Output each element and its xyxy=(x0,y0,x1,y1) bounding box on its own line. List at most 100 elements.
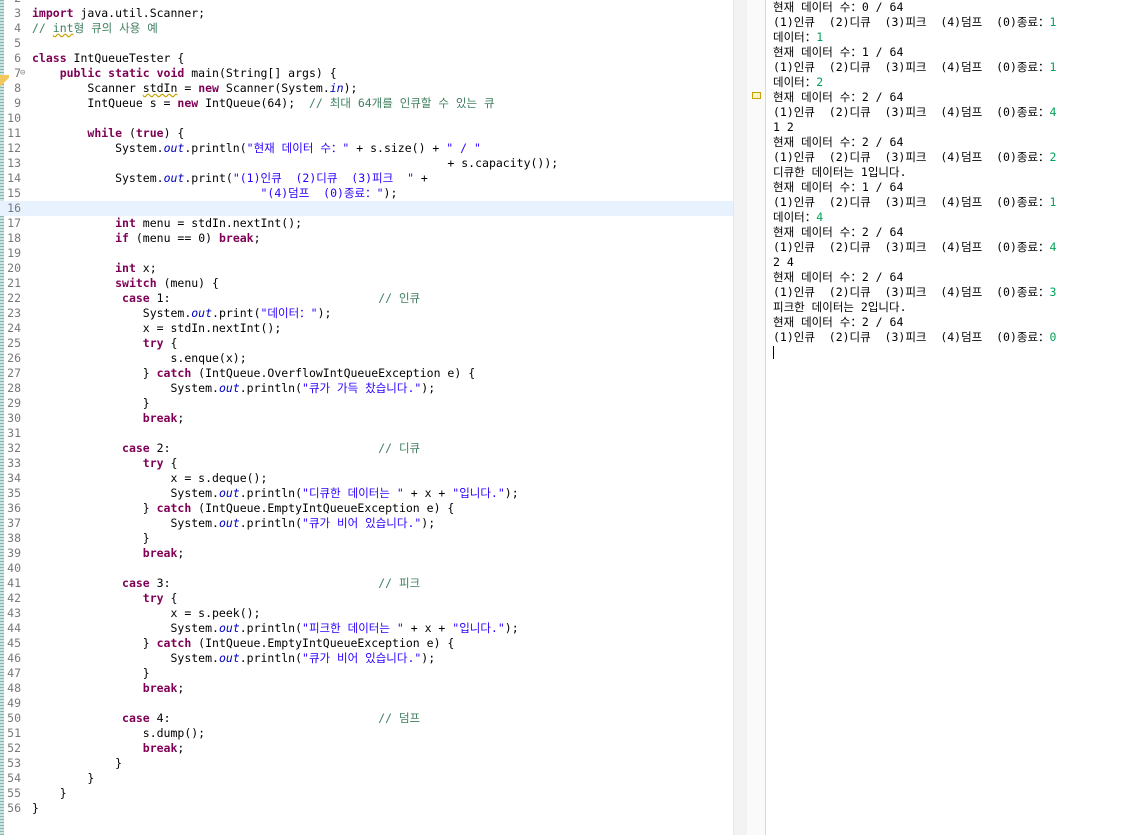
code-text[interactable]: IntQueue s = new IntQueue(64); // 최대 64개… xyxy=(32,96,494,111)
code-text[interactable]: System.out.println("큐가 비어 있습니다."); xyxy=(32,516,435,531)
code-text[interactable]: switch (menu) { xyxy=(32,276,219,291)
code-text[interactable]: + s.capacity()); xyxy=(32,156,558,171)
code-text[interactable]: Scanner stdIn = new Scanner(System.in); xyxy=(32,81,357,96)
code-line[interactable]: 11 while (true) { xyxy=(0,126,733,141)
code-text[interactable]: } xyxy=(32,771,94,786)
code-line[interactable]: 23 System.out.print("데이터："); xyxy=(0,306,733,321)
code-text[interactable]: import java.util.Scanner; xyxy=(32,6,205,21)
code-text[interactable]: } catch (IntQueue.EmptyIntQueueException… xyxy=(32,501,455,516)
code-text[interactable]: } xyxy=(32,666,150,681)
code-line[interactable]: 7 public static void main(String[] args)… xyxy=(0,66,733,81)
overview-ruler[interactable] xyxy=(747,0,766,835)
code-text[interactable]: case 1: // 인큐 xyxy=(32,291,420,306)
code-line[interactable]: 46 System.out.println("큐가 비어 있습니다."); xyxy=(0,651,733,666)
code-line[interactable]: 29 } xyxy=(0,396,733,411)
code-line[interactable]: 25 try { xyxy=(0,336,733,351)
code-line[interactable]: 12 System.out.println("현재 데이터 수：" + s.si… xyxy=(0,141,733,156)
code-text[interactable]: System.out.print("(1)인큐 (2)디큐 (3)피크 " + xyxy=(32,171,428,186)
code-line[interactable]: 22 case 1: // 인큐 xyxy=(0,291,733,306)
code-line[interactable]: 43 x = s.peek(); xyxy=(0,606,733,621)
code-text[interactable]: System.out.println("큐가 가득 찼습니다."); xyxy=(32,381,435,396)
code-text[interactable]: public static void main(String[] args) {… xyxy=(20,66,337,81)
code-line[interactable]: 44 System.out.println("피크한 데이터는 " + x + … xyxy=(0,621,733,636)
code-text[interactable]: break; xyxy=(32,546,185,561)
code-text[interactable]: class IntQueueTester { xyxy=(32,51,184,66)
code-line[interactable]: 34 x = s.deque(); xyxy=(0,471,733,486)
code-text[interactable]: while (true) { xyxy=(32,126,184,141)
code-line[interactable]: 18 if (menu == 0) break; xyxy=(0,231,733,246)
code-text[interactable]: System.out.println("디큐한 데이터는 " + x + "입니… xyxy=(32,486,518,501)
code-line[interactable]: 32 case 2: // 디큐 xyxy=(0,441,733,456)
code-line[interactable]: 54 } xyxy=(0,771,733,786)
code-line[interactable]: 50 case 4: // 덤프 xyxy=(0,711,733,726)
fold-toggle-icon[interactable]: ⊖ xyxy=(20,66,25,81)
code-text[interactable]: try { xyxy=(32,336,178,351)
code-line[interactable]: 40 xyxy=(0,561,733,576)
code-line[interactable]: 42 try { xyxy=(0,591,733,606)
code-lines[interactable]: 23import java.util.Scanner;4// int형 큐의 사… xyxy=(0,0,733,816)
code-text[interactable]: break; xyxy=(32,411,185,426)
console-view[interactable]: 현재 데이터 수：0 / 64 (1)인큐 (2)디큐 (3)피크 (4)덤프 (… xyxy=(767,0,1126,835)
code-line[interactable]: 35 System.out.println("디큐한 데이터는 " + x + … xyxy=(0,486,733,501)
code-line[interactable]: 15 "(4)덤프 (0)종료："); xyxy=(0,186,733,201)
code-text[interactable]: System.out.print("데이터："); xyxy=(32,306,332,321)
code-line[interactable]: 6 class IntQueueTester { xyxy=(0,51,733,66)
code-line[interactable]: 9 IntQueue s = new IntQueue(64); // 최대 6… xyxy=(0,96,733,111)
code-text[interactable]: } catch (IntQueue.OverflowIntQueueExcept… xyxy=(32,366,475,381)
code-line[interactable]: 53 } xyxy=(0,756,733,771)
code-text[interactable]: try { xyxy=(32,456,178,471)
code-line[interactable]: 28 System.out.println("큐가 가득 찼습니다."); xyxy=(0,381,733,396)
code-text[interactable]: if (menu == 0) break; xyxy=(32,231,260,246)
code-text[interactable]: } xyxy=(32,756,122,771)
code-editor[interactable]: 23import java.util.Scanner;4// int형 큐의 사… xyxy=(0,0,733,835)
code-line[interactable]: 20 int x; xyxy=(0,261,733,276)
code-line[interactable]: 27 } catch (IntQueue.OverflowIntQueueExc… xyxy=(0,366,733,381)
code-text[interactable]: s.dump(); xyxy=(32,726,205,741)
code-text[interactable]: } xyxy=(32,786,67,801)
code-line[interactable]: 26 s.enque(x); xyxy=(0,351,733,366)
code-line[interactable]: 14 System.out.print("(1)인큐 (2)디큐 (3)피크 "… xyxy=(0,171,733,186)
code-line[interactable]: 39 break; xyxy=(0,546,733,561)
code-text[interactable]: // int형 큐의 사용 예 xyxy=(32,21,158,36)
code-line[interactable]: 55 } xyxy=(0,786,733,801)
code-line[interactable]: 13 + s.capacity()); xyxy=(0,156,733,171)
code-line[interactable]: 38 } xyxy=(0,531,733,546)
code-text[interactable]: x = s.peek(); xyxy=(32,606,260,621)
code-line[interactable]: 24 x = stdIn.nextInt(); xyxy=(0,321,733,336)
code-line[interactable]: 16 xyxy=(0,201,733,216)
code-line[interactable]: 45 } catch (IntQueue.EmptyIntQueueExcept… xyxy=(0,636,733,651)
code-line[interactable]: 8 Scanner stdIn = new Scanner(System.in)… xyxy=(0,81,733,96)
code-line[interactable]: 30 break; xyxy=(0,411,733,426)
code-text[interactable]: break; xyxy=(32,681,185,696)
code-line[interactable]: 52 break; xyxy=(0,741,733,756)
code-line[interactable]: 49 xyxy=(0,696,733,711)
code-line[interactable]: 21 switch (menu) { xyxy=(0,276,733,291)
code-text[interactable]: case 2: // 디큐 xyxy=(32,441,420,456)
code-text[interactable]: x = stdIn.nextInt(); xyxy=(32,321,281,336)
code-text[interactable]: break; xyxy=(32,741,185,756)
code-text[interactable]: System.out.println("피크한 데이터는 " + x + "입니… xyxy=(32,621,518,636)
code-line[interactable]: 33 try { xyxy=(0,456,733,471)
code-text[interactable]: int x; xyxy=(32,261,157,276)
code-text[interactable]: s.enque(x); xyxy=(32,351,246,366)
code-line[interactable]: 10 xyxy=(0,111,733,126)
code-line[interactable]: 31 xyxy=(0,426,733,441)
code-line[interactable]: 48 break; xyxy=(0,681,733,696)
code-line[interactable]: 19 xyxy=(0,246,733,261)
code-line[interactable]: 56} xyxy=(0,801,733,816)
code-line[interactable]: 37 System.out.println("큐가 비어 있습니다."); xyxy=(0,516,733,531)
code-line[interactable]: 41 case 3: // 피크 xyxy=(0,576,733,591)
code-text[interactable]: System.out.println("큐가 비어 있습니다."); xyxy=(32,651,435,666)
code-line[interactable]: 36 } catch (IntQueue.EmptyIntQueueExcept… xyxy=(0,501,733,516)
code-text[interactable]: } catch (IntQueue.EmptyIntQueueException… xyxy=(32,636,455,651)
console-input-caret[interactable] xyxy=(773,346,774,359)
code-text[interactable]: int menu = stdIn.nextInt(); xyxy=(32,216,302,231)
code-line[interactable]: 5 xyxy=(0,36,733,51)
editor-vertical-scrollbar[interactable] xyxy=(733,0,748,835)
code-text[interactable]: } xyxy=(32,801,39,816)
code-text[interactable]: try { xyxy=(32,591,178,606)
code-line[interactable]: 4 // int형 큐의 사용 예 xyxy=(0,21,733,36)
code-text[interactable]: case 3: // 피크 xyxy=(32,576,420,591)
code-text[interactable]: } xyxy=(32,531,150,546)
code-text[interactable]: case 4: // 덤프 xyxy=(32,711,420,726)
